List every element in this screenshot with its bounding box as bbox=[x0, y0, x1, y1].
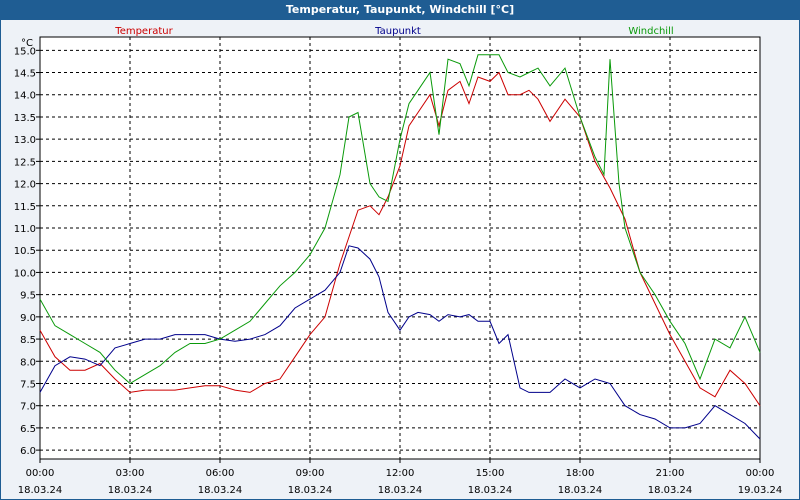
x-tick-date: 18.03.24 bbox=[108, 485, 153, 496]
y-tick-label: 7.5 bbox=[20, 379, 36, 390]
legend-label-windchill: Windchill bbox=[628, 26, 673, 37]
y-tick-label: 12.5 bbox=[14, 157, 36, 168]
y-tick-label: 10.5 bbox=[14, 246, 36, 257]
y-tick-label: 9.5 bbox=[20, 291, 36, 302]
x-tick-date: 19.03.24 bbox=[738, 485, 783, 496]
x-tick-date: 18.03.24 bbox=[648, 485, 693, 496]
x-tick-time: 03:00 bbox=[116, 468, 145, 479]
y-tick-label: 7.0 bbox=[20, 402, 36, 413]
x-tick-time: 12:00 bbox=[386, 468, 415, 479]
y-tick-label: 11.0 bbox=[14, 224, 36, 235]
legend-label-temperatur: Temperatur bbox=[114, 26, 173, 37]
x-tick-date: 18.03.24 bbox=[468, 485, 513, 496]
y-tick-label: 13.0 bbox=[14, 135, 36, 146]
y-axis-unit: °C bbox=[21, 38, 33, 49]
x-tick-date: 18.03.24 bbox=[198, 485, 243, 496]
y-tick-label: 8.0 bbox=[20, 357, 36, 368]
x-tick-date: 18.03.24 bbox=[558, 485, 603, 496]
y-tick-label: 14.5 bbox=[14, 69, 36, 80]
y-tick-label: 11.5 bbox=[14, 202, 36, 213]
y-tick-label: 8.5 bbox=[20, 335, 36, 346]
x-tick-time: 15:00 bbox=[476, 468, 505, 479]
y-tick-label: 10.0 bbox=[14, 268, 36, 279]
y-tick-label: 12.0 bbox=[14, 180, 36, 191]
y-tick-label: 13.5 bbox=[14, 113, 36, 124]
legend-label-taupunkt: Taupunkt bbox=[374, 26, 421, 37]
y-tick-label: 14.0 bbox=[14, 91, 36, 102]
x-tick-date: 18.03.24 bbox=[378, 485, 423, 496]
x-tick-time: 18:00 bbox=[566, 468, 595, 479]
x-tick-time: 00:00 bbox=[746, 468, 775, 479]
x-tick-time: 09:00 bbox=[296, 468, 325, 479]
y-tick-label: 9.0 bbox=[20, 313, 36, 324]
y-tick-label: 6.0 bbox=[20, 446, 36, 457]
chart-frame: 6.0 6.5 7.0 7.5 8.0 8.5 9.0 9.5 10.0 10.5 11.0 11.5… bbox=[0, 19, 800, 500]
x-tick-date: 18.03.24 bbox=[18, 485, 63, 496]
window-title: Temperatur, Taupunkt, Windchill [°C] bbox=[0, 0, 800, 19]
x-tick-time: 00:00 bbox=[26, 468, 55, 479]
x-tick-date: 18.03.24 bbox=[288, 485, 333, 496]
x-tick-time: 06:00 bbox=[206, 468, 235, 479]
line-chart: 6.0 6.5 7.0 7.5 8.0 8.5 9.0 9.5 10.0 10.5 11.0 11.5… bbox=[14, 26, 783, 496]
x-tick-time: 21:00 bbox=[656, 468, 685, 479]
y-tick-label: 6.5 bbox=[20, 424, 36, 435]
